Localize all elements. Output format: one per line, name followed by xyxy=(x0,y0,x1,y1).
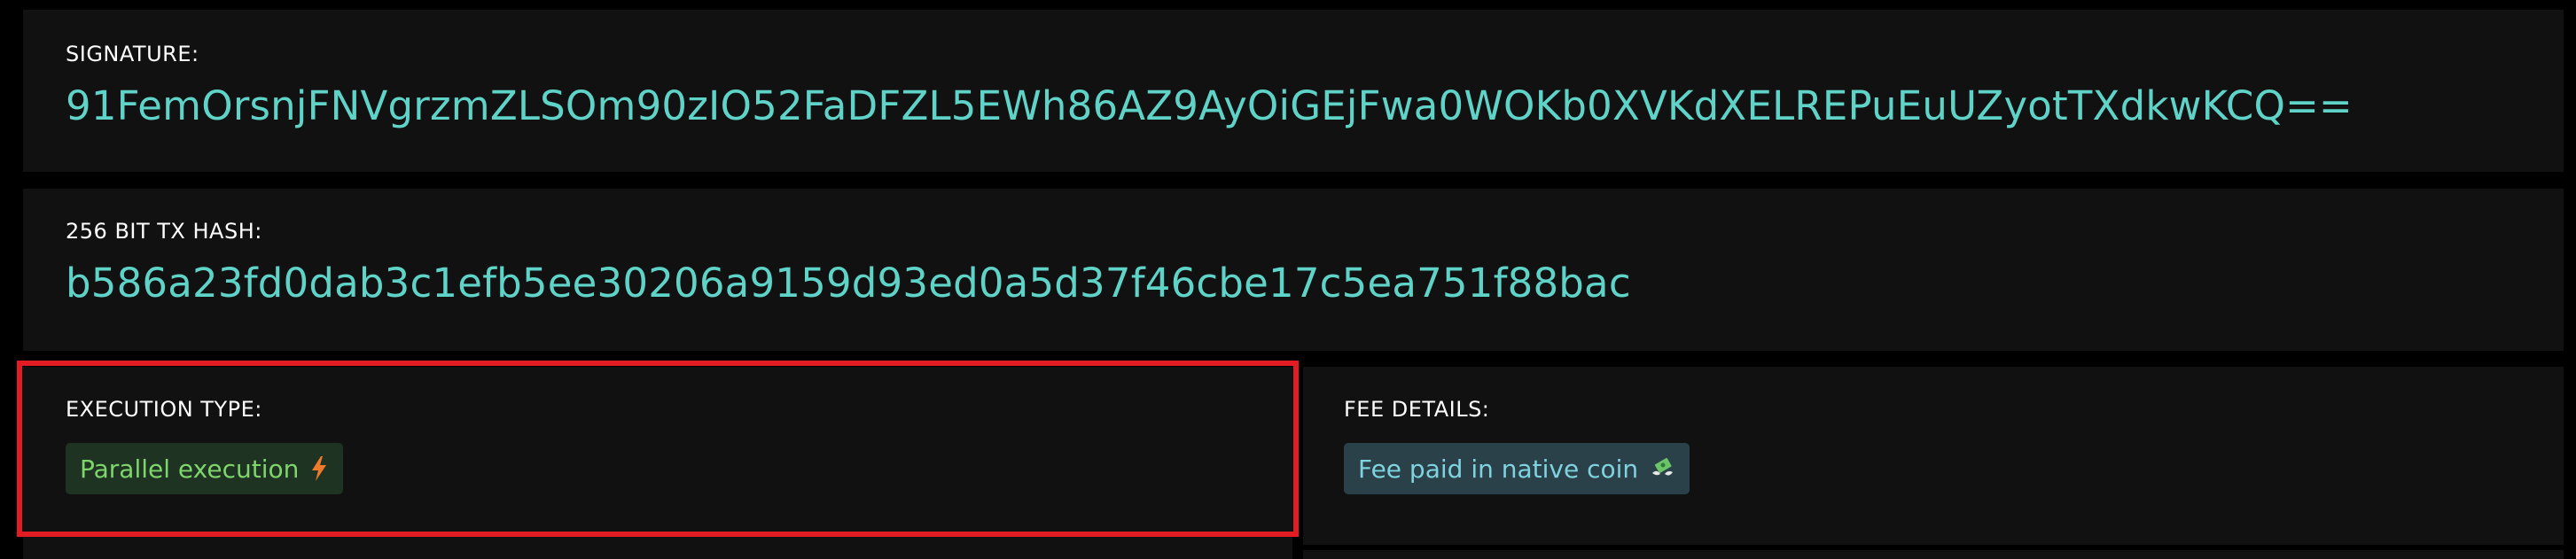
flying-money-icon xyxy=(1649,455,1675,482)
signature-label: SIGNATURE: xyxy=(66,42,199,66)
signature-card: SIGNATURE: 91FemOrsnjFNVgrzmZLSOm90zIO52… xyxy=(23,10,2564,172)
execution-type-badge-text: Parallel execution xyxy=(80,454,300,484)
fee-details-badge-text: Fee paid in native coin xyxy=(1358,454,1639,484)
execution-type-label: EXECUTION TYPE: xyxy=(66,397,262,422)
lightning-bolt-icon xyxy=(309,455,329,482)
fee-details-badge: Fee paid in native coin xyxy=(1344,443,1690,494)
signature-value: 91FemOrsnjFNVgrzmZLSOm90zIO52FaDFZL5EWh8… xyxy=(66,82,2353,129)
execution-type-card: EXECUTION TYPE: Parallel execution xyxy=(23,367,1292,559)
transaction-details-page: SIGNATURE: 91FemOrsnjFNVgrzmZLSOm90zIO52… xyxy=(0,0,2576,559)
tx-hash-label: 256 BIT TX HASH: xyxy=(66,219,262,244)
tx-hash-value: b586a23fd0dab3c1efb5ee30206a9159d93ed0a5… xyxy=(66,260,1631,307)
execution-type-badge: Parallel execution xyxy=(66,443,344,494)
next-card-edge xyxy=(1303,550,2564,559)
tx-hash-card: 256 BIT TX HASH: b586a23fd0dab3c1efb5ee3… xyxy=(23,189,2564,351)
fee-details-card: FEE DETAILS: Fee paid in native coin xyxy=(1303,367,2564,545)
fee-details-label: FEE DETAILS: xyxy=(1344,397,1490,422)
